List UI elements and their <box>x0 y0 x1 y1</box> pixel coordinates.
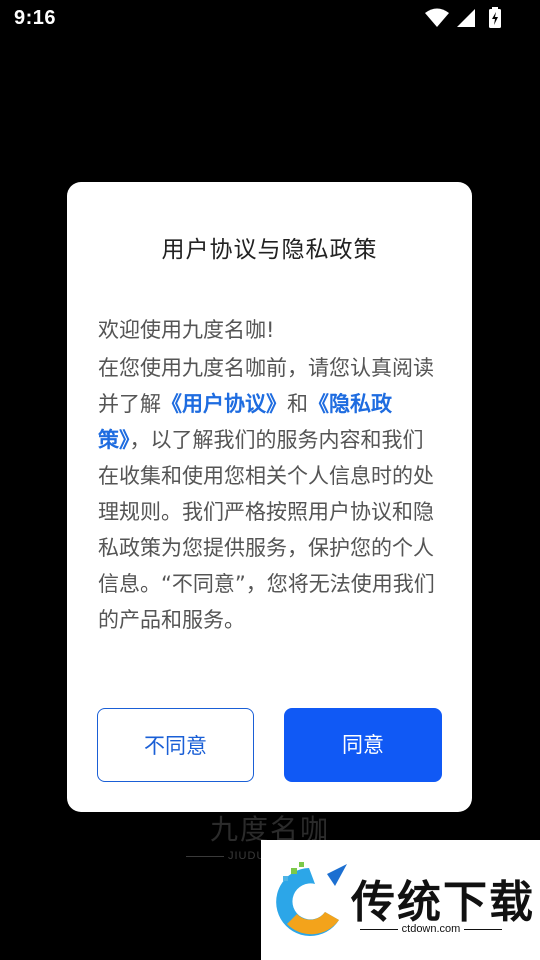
disagree-button[interactable]: 不同意 <box>97 708 254 782</box>
wifi-icon <box>425 8 449 27</box>
agreement-paragraph: 在您使用九度名咖前，请您认真阅读并了解《用户协议》和《隐私政策》，以了解我们的服… <box>98 350 443 638</box>
agreement-conjunction: 和 <box>287 392 308 416</box>
watermark-title: 传统下载 <box>351 877 535 928</box>
splash-subtitle: JIUDU <box>186 850 265 862</box>
status-bar: 9:16 <box>0 0 540 36</box>
agree-button[interactable]: 同意 <box>284 708 442 782</box>
cellular-signal-icon <box>457 9 475 27</box>
watermark-logo-icon <box>276 862 347 936</box>
status-time: 9:16 <box>14 7 57 29</box>
watermark: 传统下载 ctdown.com <box>261 840 540 960</box>
welcome-text: 欢迎使用九度名咖! <box>98 318 275 342</box>
dialog-body: 欢迎使用九度名咖! 在您使用九度名咖前，请您认真阅读并了解《用户协议》和《隐私政… <box>98 312 443 638</box>
user-agreement-link[interactable]: 《用户协议》 <box>161 392 287 416</box>
consent-dialog: 用户协议与隐私政策 欢迎使用九度名咖! 在您使用九度名咖前，请您认真阅读并了解《… <box>67 182 472 812</box>
dialog-title: 用户协议与隐私政策 <box>161 237 378 263</box>
battery-charging-icon <box>489 7 501 28</box>
agreement-text-part2: ，以了解我们的服务内容和我们在收集和使用您相关个人信息时的处理规则。我们严格按照… <box>98 428 435 632</box>
watermark-url: ctdown.com <box>355 923 507 935</box>
